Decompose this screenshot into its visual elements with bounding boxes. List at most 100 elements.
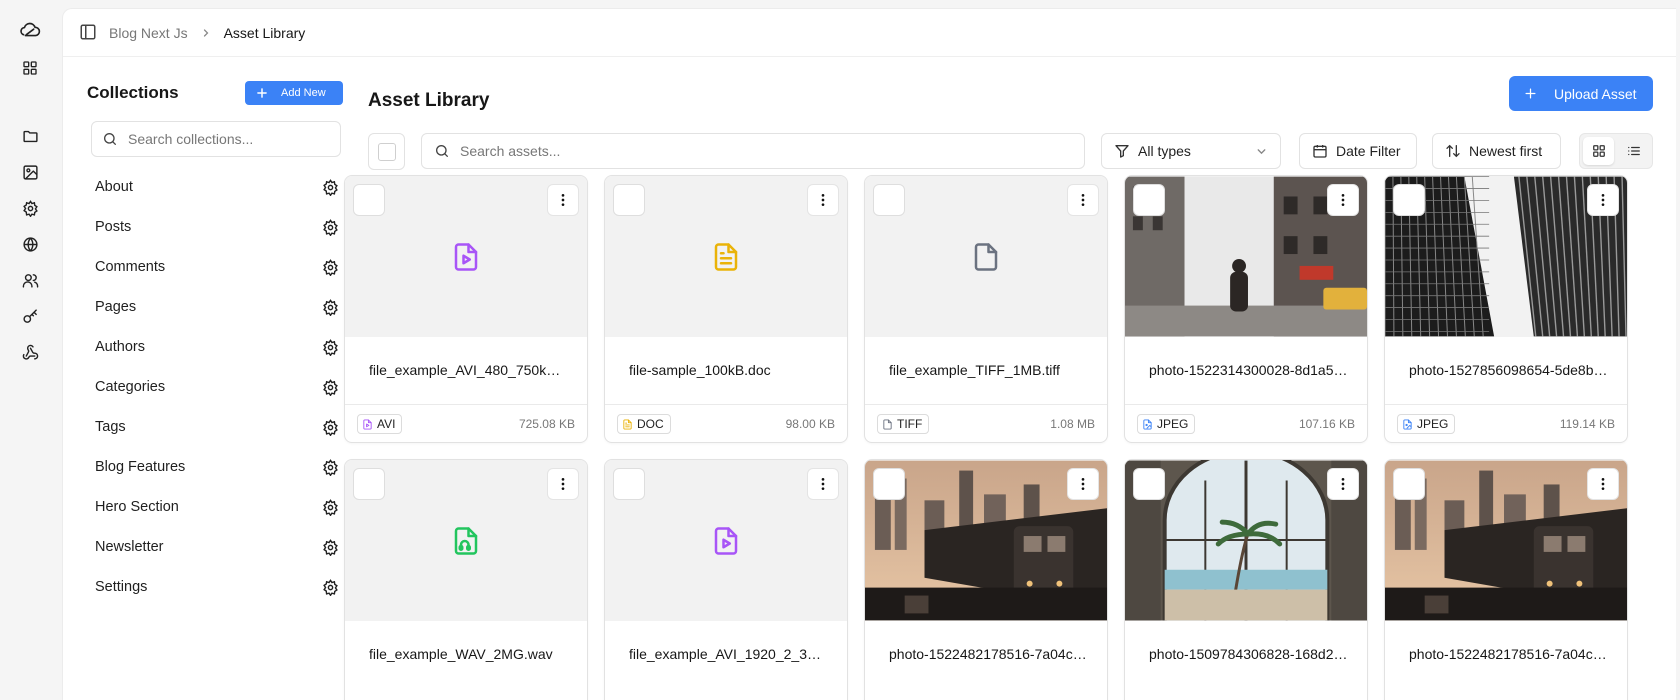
list-icon (1627, 146, 1640, 156)
collections-search[interactable] (91, 121, 341, 157)
add-new-label: Add New (281, 87, 326, 99)
file-size: 119.14 KB (1559, 417, 1615, 431)
gear-icon[interactable] (322, 378, 339, 396)
collection-item[interactable]: Authors (91, 327, 339, 367)
image-icon[interactable] (19, 161, 41, 183)
asset-card[interactable]: photo-1509784306828-168d2f3a9b1c (1124, 459, 1368, 700)
collection-item-label: Hero Section (95, 499, 179, 515)
more-options-button[interactable] (547, 184, 579, 216)
gear-icon[interactable] (322, 298, 339, 316)
chevron-down-icon (1257, 149, 1266, 155)
collection-item[interactable]: About (91, 167, 339, 207)
asset-select-checkbox[interactable] (613, 184, 645, 216)
webhook-icon[interactable] (19, 341, 41, 363)
asset-card[interactable]: file_example_AVI_1920_2_3MG.avi (604, 459, 848, 700)
collections-search-input[interactable] (128, 131, 328, 147)
file-type-badge: TIFF (877, 414, 930, 434)
collection-item-label: Newsletter (95, 539, 164, 555)
sort-label: Newest first (1469, 143, 1543, 159)
settings-icon[interactable] (19, 197, 41, 219)
more-options-button[interactable] (547, 468, 579, 500)
search-icon (436, 145, 448, 157)
asset-card[interactable]: file_example_AVI_480_750kB.avi AVI 725.08 … (344, 175, 588, 443)
asset-select-checkbox[interactable] (1133, 184, 1165, 216)
date-filter-button[interactable]: Date Filter (1299, 133, 1417, 169)
more-options-button[interactable] (807, 184, 839, 216)
asset-card[interactable]: photo-1522482178516-7a04c8b2d1e5 (1384, 459, 1628, 700)
cloud-logo-icon[interactable] (19, 20, 41, 42)
collection-item-label: Pages (95, 299, 137, 315)
breadcrumb-root[interactable]: Blog Next Js (109, 25, 188, 41)
asset-select-checkbox[interactable] (1393, 184, 1425, 216)
gear-icon[interactable] (322, 458, 339, 476)
asset-card[interactable]: photo-1527856098654-5de8b2c1a9f3 JPEG 119.… (1384, 175, 1628, 443)
apps-grid-icon[interactable] (19, 57, 41, 79)
collection-item[interactable]: Newsletter (91, 527, 339, 567)
sort-button[interactable]: Newest first (1432, 133, 1561, 169)
collection-item[interactable]: Categories (91, 367, 339, 407)
file-video-icon (711, 526, 741, 556)
filter-icon (1115, 145, 1129, 158)
more-options-button[interactable] (1587, 184, 1619, 216)
asset-card[interactable]: file_example_WAV_2MG.wav (344, 459, 588, 700)
collection-item[interactable]: Settings (91, 567, 339, 607)
gear-icon[interactable] (322, 498, 339, 516)
gear-icon[interactable] (322, 338, 339, 356)
type-filter-select[interactable]: All types (1101, 133, 1281, 169)
users-icon[interactable] (19, 269, 41, 291)
more-options-button[interactable] (807, 468, 839, 500)
gear-icon[interactable] (322, 578, 339, 596)
gear-icon[interactable] (322, 218, 339, 236)
collection-item[interactable]: Posts (91, 207, 339, 247)
asset-select-checkbox[interactable] (613, 468, 645, 500)
file-type-label: TIFF (897, 417, 923, 431)
gear-icon[interactable] (322, 178, 339, 196)
asset-select-checkbox[interactable] (353, 184, 385, 216)
asset-select-checkbox[interactable] (873, 184, 905, 216)
collections-list: About Posts Comments Pages Authors Categories… (91, 167, 339, 607)
more-options-button[interactable] (1067, 468, 1099, 500)
asset-search[interactable] (421, 133, 1085, 169)
more-options-button[interactable] (1587, 468, 1619, 500)
asset-name: photo-1522482178516-7a04c8b2d1e5 (889, 646, 1089, 662)
file-type-label: AVI (377, 417, 396, 431)
gear-icon[interactable] (322, 258, 339, 276)
kebab-menu-icon (815, 476, 831, 492)
sidebar-toggle-icon[interactable] (79, 23, 99, 43)
asset-card[interactable]: file-sample_100kB.doc DOC 98.00 KB (604, 175, 848, 443)
asset-card[interactable]: photo-1522314300028-8d1a5c1b5c8b JPEG 107.… (1124, 175, 1368, 443)
folder-icon[interactable] (19, 125, 41, 147)
select-all-checkbox[interactable] (368, 133, 405, 170)
asset-select-checkbox[interactable] (353, 468, 385, 500)
upload-asset-button[interactable]: Upload Asset (1509, 76, 1653, 111)
file-size: 1.08 MB (1050, 417, 1095, 431)
asset-meta: JPEG 119.14 KB (1385, 404, 1627, 442)
more-options-button[interactable] (1067, 184, 1099, 216)
collection-item-label: Tags (95, 419, 126, 435)
collection-item[interactable]: Pages (91, 287, 339, 327)
collection-item[interactable]: Comments (91, 247, 339, 287)
asset-card[interactable]: file_example_TIFF_1MB.tiff TIFF 1.08 MB (864, 175, 1108, 443)
file-type-label: JPEG (1157, 417, 1189, 431)
list-view-button[interactable] (1618, 137, 1649, 165)
asset-select-checkbox[interactable] (1133, 468, 1165, 500)
asset-card[interactable]: photo-1522482178516-7a04c8b2d1e5 (864, 459, 1108, 700)
calendar-icon (1313, 145, 1327, 158)
add-new-collection-button[interactable]: Add New (245, 81, 343, 105)
globe-icon[interactable] (19, 233, 41, 255)
collection-item[interactable]: Tags (91, 407, 339, 447)
asset-select-checkbox[interactable] (873, 468, 905, 500)
grid-view-button[interactable] (1583, 137, 1614, 165)
more-options-button[interactable] (1327, 184, 1359, 216)
gear-icon[interactable] (322, 538, 339, 556)
more-options-button[interactable] (1327, 468, 1359, 500)
gear-icon[interactable] (322, 418, 339, 436)
collection-item[interactable]: Blog Features (91, 447, 339, 487)
file-icon (882, 418, 893, 430)
asset-select-checkbox[interactable] (1393, 468, 1425, 500)
key-icon[interactable] (19, 305, 41, 327)
asset-name: file_example_TIFF_1MB.tiff (889, 362, 1060, 378)
collection-item[interactable]: Hero Section (91, 487, 339, 527)
plus-icon (257, 88, 267, 98)
asset-search-input[interactable] (460, 143, 1060, 159)
